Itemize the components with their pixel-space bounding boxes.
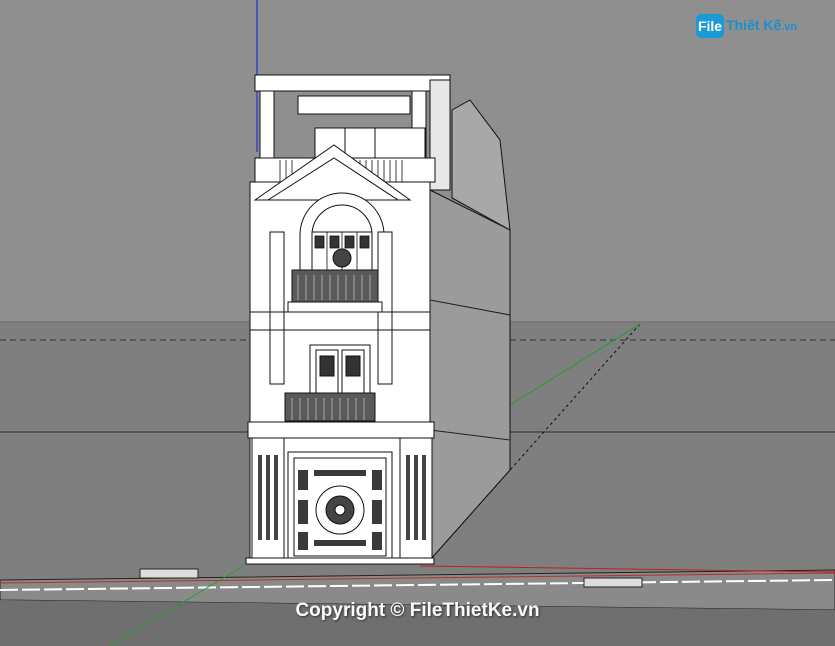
drain-cover: [583, 577, 643, 588]
drain-cover: [139, 568, 199, 579]
logo-name: Thiết Kế: [726, 17, 782, 33]
filethietke-logo: File Thiết Kế.vn: [696, 12, 808, 42]
sketchup-viewport[interactable]: File Thiết Kế.vn Copyright © FileThietKe…: [0, 0, 835, 646]
copyright-watermark: Copyright © FileThietKe.vn: [295, 600, 540, 621]
logo-text: Thiết Kế.vn: [726, 17, 797, 33]
3d-model-scene: [0, 0, 835, 646]
logo-domain: .vn: [781, 21, 798, 33]
logo-badge: File: [696, 14, 724, 38]
